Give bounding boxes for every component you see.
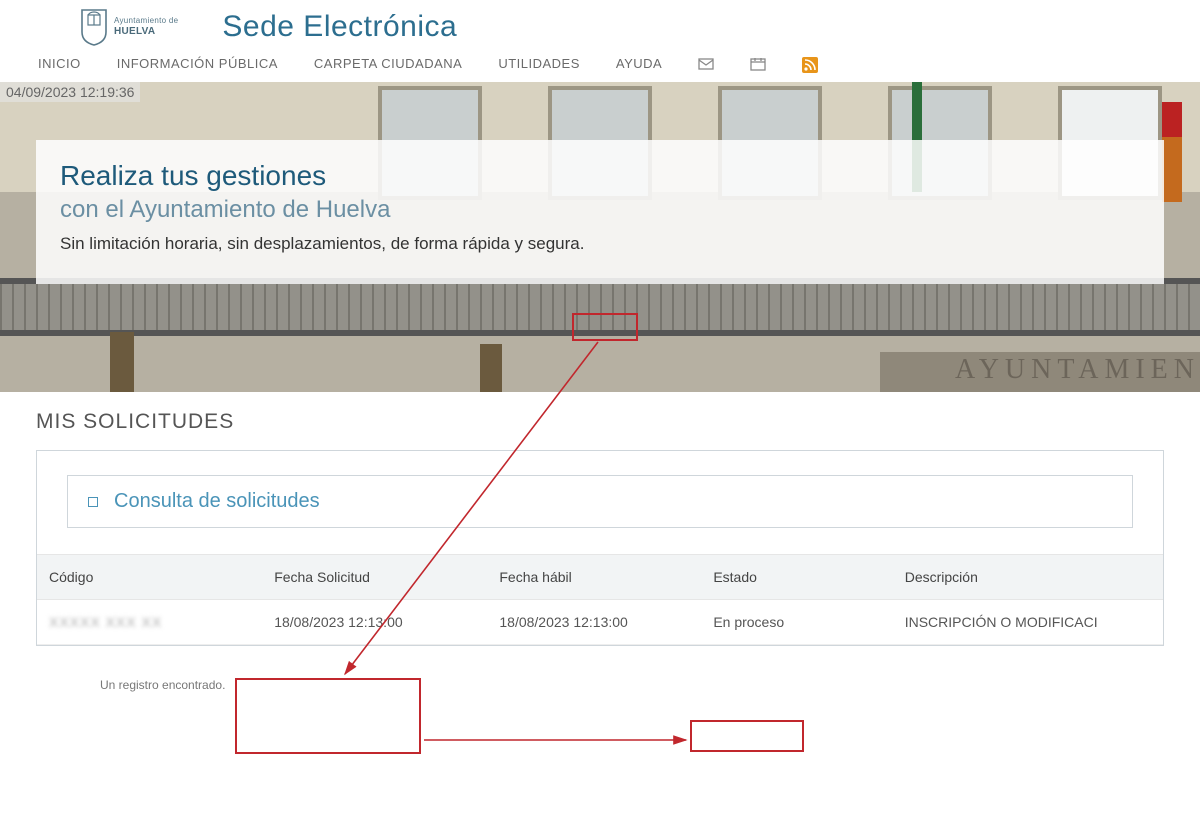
- section-title: MIS SOLICITUDES: [36, 410, 1164, 434]
- th-descripcion[interactable]: Descripción: [893, 555, 1163, 600]
- solicitudes-panel: Consulta de solicitudes Código Fecha Sol…: [36, 450, 1164, 646]
- square-bullet-icon: [88, 497, 98, 507]
- cell-fecha-solicitud: 18/08/2023 12:13:00: [262, 600, 487, 645]
- shield-icon: [80, 8, 108, 46]
- th-estado[interactable]: Estado: [701, 555, 892, 600]
- cell-fecha-habil: 18/08/2023 12:13:00: [487, 600, 701, 645]
- table-header-row: Código Fecha Solicitud Fecha hábil Estad…: [37, 555, 1163, 600]
- header-bar: Ayuntamiento de HUELVA Sede Electrónica: [0, 0, 1200, 50]
- site-title: Sede Electrónica: [222, 10, 457, 44]
- timestamp: 04/09/2023 12:19:36: [0, 82, 140, 102]
- tagline-before: Sin limitación horaria, sin desplazamien…: [60, 234, 463, 253]
- logo-top-text: Ayuntamiento de: [114, 17, 178, 26]
- rss-icon[interactable]: [802, 57, 818, 71]
- annotation-box-estado: [690, 720, 804, 752]
- logo[interactable]: Ayuntamiento de HUELVA: [80, 8, 178, 46]
- mis-solicitudes-section: MIS SOLICITUDES Consulta de solicitudes …: [0, 392, 1200, 692]
- consulta-label: Consulta de solicitudes: [114, 490, 320, 513]
- nav-informacion[interactable]: INFORMACIÓN PÚBLICA: [117, 56, 278, 71]
- main-nav: INICIO INFORMACIÓN PÚBLICA CARPETA CIUDA…: [0, 50, 1200, 82]
- th-codigo[interactable]: Código: [37, 555, 262, 600]
- table-row[interactable]: XXXXX XXX XX 18/08/2023 12:13:00 18/08/2…: [37, 600, 1163, 645]
- hero-card: Realiza tus gestiones con el Ayuntamient…: [36, 140, 1164, 284]
- th-fecha-solicitud[interactable]: Fecha Solicitud: [262, 555, 487, 600]
- solicitudes-table: Código Fecha Solicitud Fecha hábil Estad…: [37, 554, 1163, 645]
- hero-tagline: Sin limitación horaria, sin desplazamien…: [60, 234, 1136, 254]
- cell-estado: En proceso: [701, 600, 892, 645]
- nav-ayuda[interactable]: AYUDA: [616, 56, 662, 71]
- hero-subheading: con el Ayuntamiento de Huelva: [60, 196, 1136, 224]
- logo-bottom-text: HUELVA: [114, 26, 178, 37]
- cell-descripcion: INSCRIPCIÓN O MODIFICACI: [893, 600, 1163, 645]
- th-fecha-habil[interactable]: Fecha hábil: [487, 555, 701, 600]
- nav-utilidades[interactable]: UTILIDADES: [498, 56, 580, 71]
- table-footer: Un registro encontrado.: [36, 668, 1164, 692]
- cell-codigo: XXXXX XXX XX: [49, 614, 162, 630]
- mail-icon[interactable]: [698, 57, 714, 71]
- nav-carpeta[interactable]: CARPETA CIUDADANA: [314, 56, 462, 71]
- tagline-highlight: rápida: [463, 234, 510, 253]
- hero-heading: Realiza tus gestiones: [60, 160, 1136, 192]
- consulta-solicitudes-bar[interactable]: Consulta de solicitudes: [67, 475, 1133, 528]
- calendar-icon[interactable]: [750, 57, 766, 71]
- tagline-after: y segura.: [510, 234, 585, 253]
- building-sign: AYUNTAMIEN: [955, 354, 1200, 386]
- hero-banner: AYUNTAMIEN 04/09/2023 12:19:36 Realiza t…: [0, 82, 1200, 392]
- nav-inicio[interactable]: INICIO: [38, 56, 81, 71]
